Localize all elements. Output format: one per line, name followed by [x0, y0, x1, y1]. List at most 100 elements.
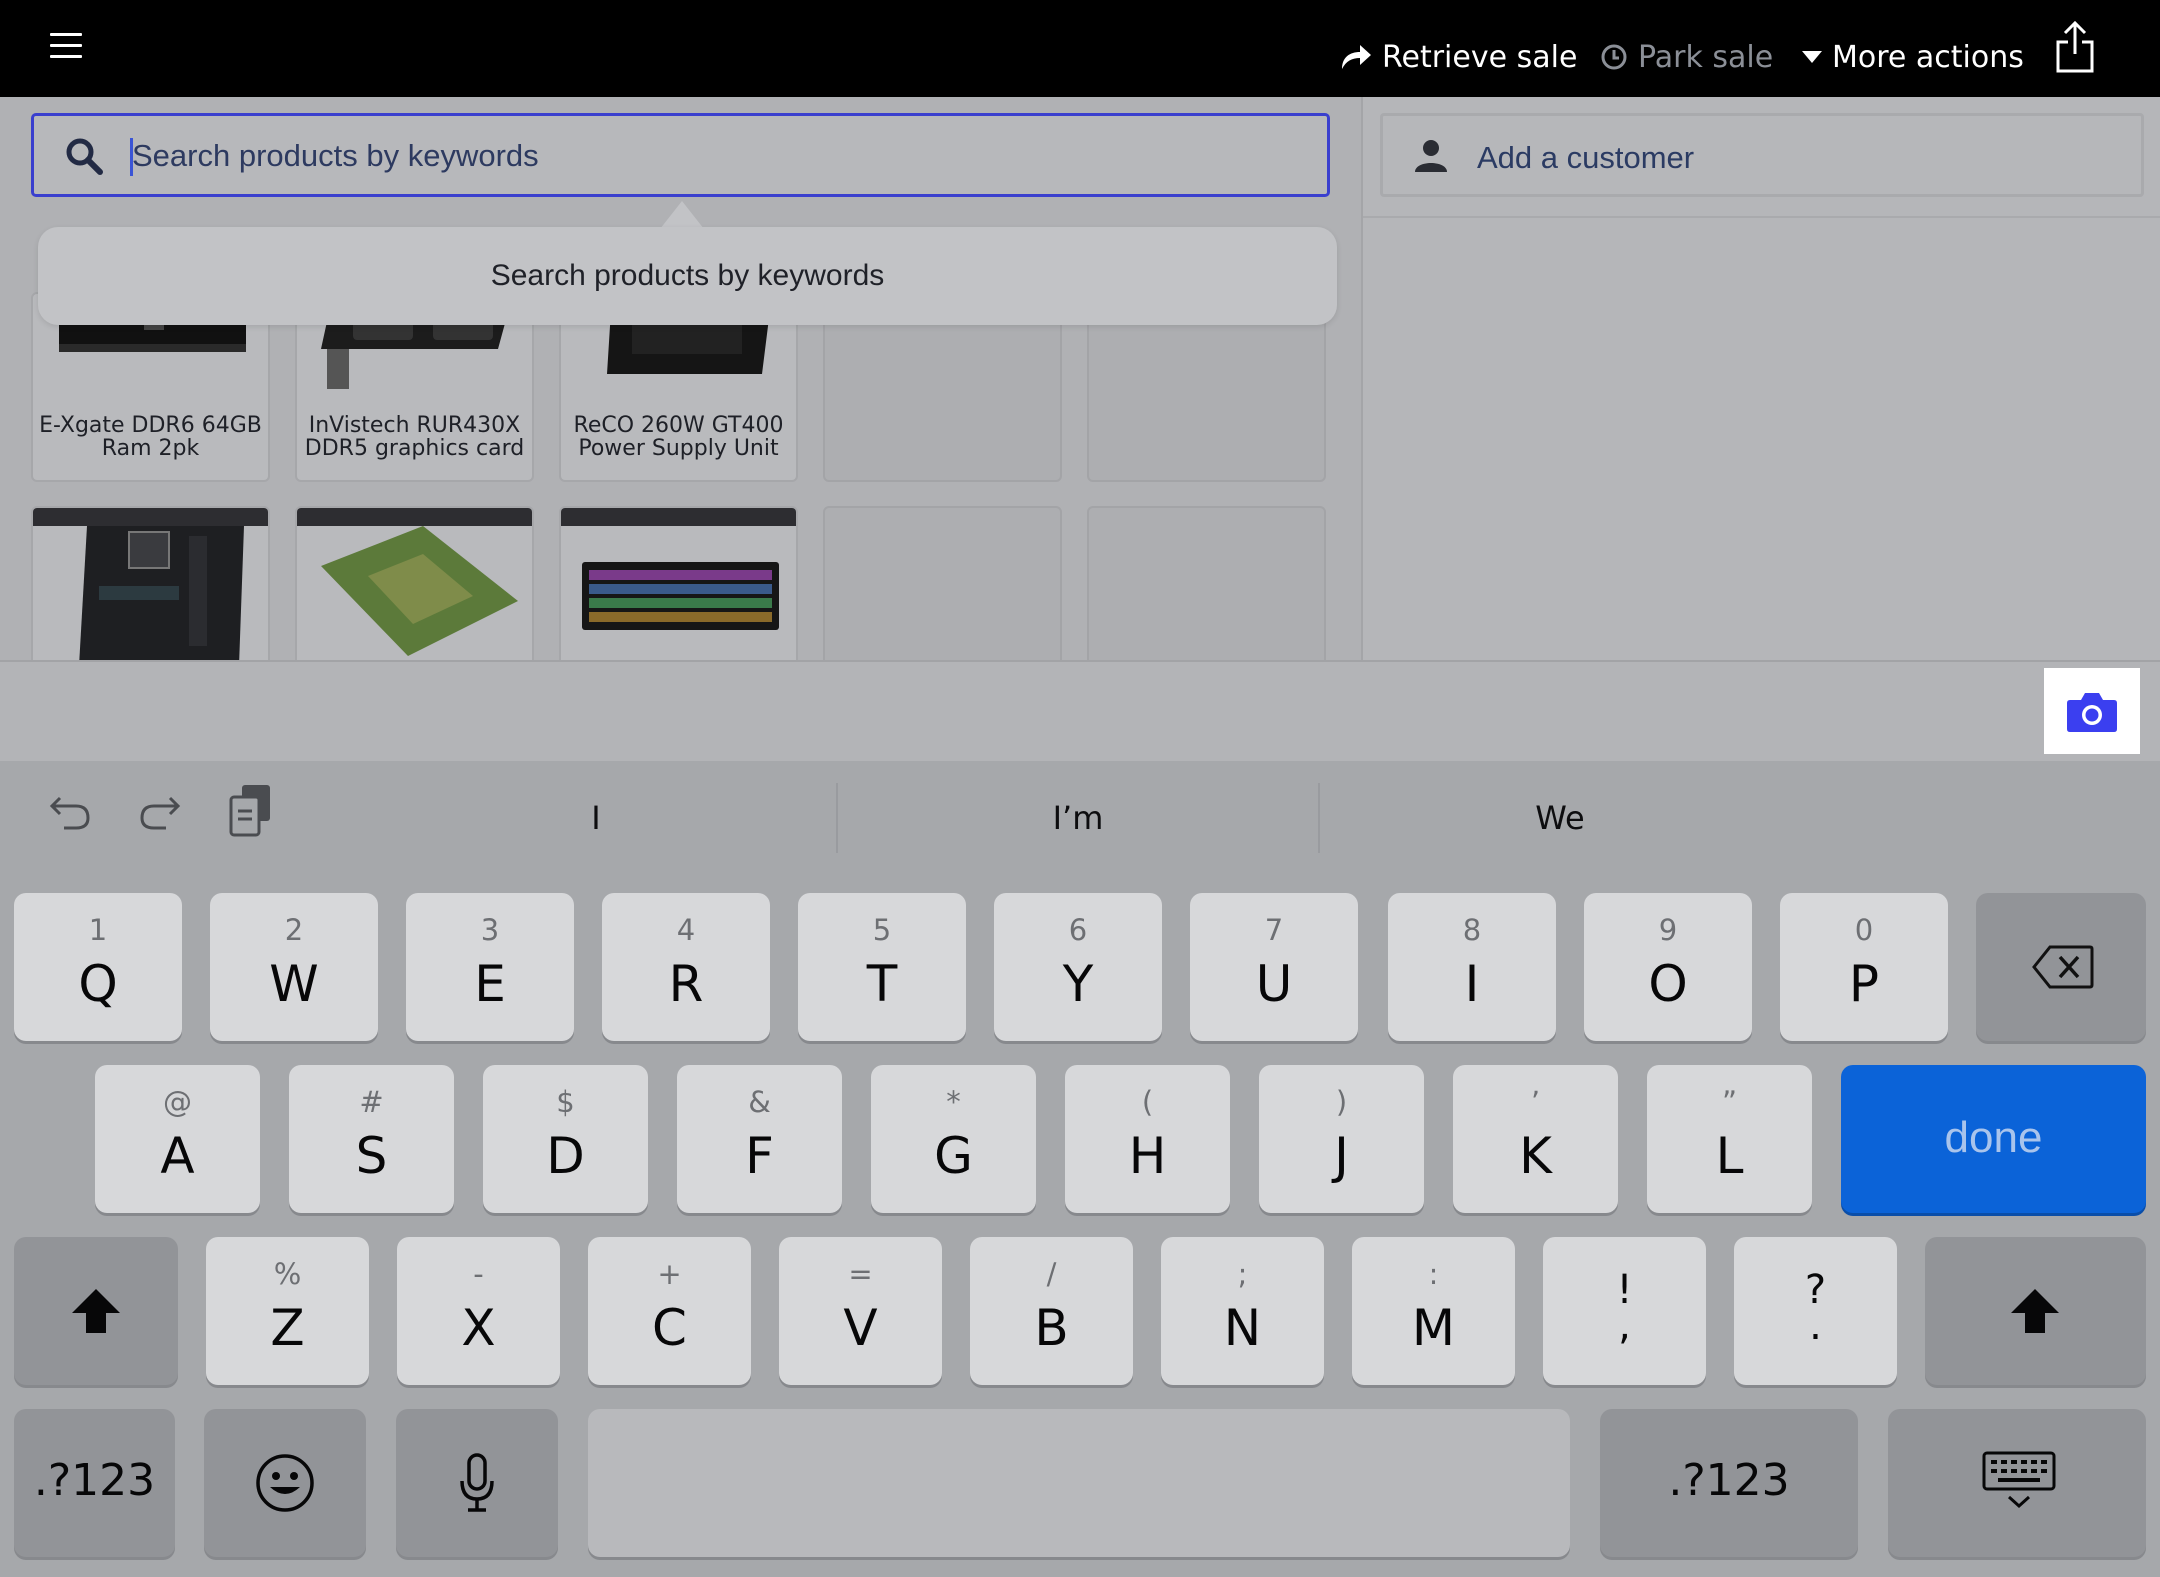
- backspace-icon: [2032, 945, 2094, 989]
- suggestion-2[interactable]: I’m: [838, 793, 1318, 843]
- key-dictation[interactable]: [396, 1409, 558, 1557]
- product-tile[interactable]: [559, 506, 798, 660]
- keyboard-image: [582, 562, 779, 630]
- numbers-key-label: .?123: [1668, 1455, 1790, 1506]
- park-sale-label: Park sale: [1638, 39, 1774, 75]
- key-r[interactable]: 4R: [602, 893, 770, 1041]
- key-h[interactable]: (H: [1065, 1065, 1230, 1213]
- key-secondary: -: [473, 1257, 484, 1291]
- key-secondary: *: [946, 1085, 961, 1119]
- key-secondary: 0: [1854, 913, 1874, 947]
- key-secondary: +: [657, 1257, 682, 1291]
- key-primary: U: [1255, 955, 1293, 1013]
- key-f[interactable]: & F: [677, 1065, 842, 1213]
- key-o[interactable]: 9O: [1584, 893, 1752, 1041]
- product-tile[interactable]: [295, 506, 534, 660]
- key-numbers-left[interactable]: .?123: [14, 1409, 175, 1557]
- shift-icon: [72, 1289, 120, 1333]
- keyboard-accessory-bar: [0, 660, 2160, 761]
- key-p[interactable]: 0P: [1780, 893, 1948, 1041]
- key-secondary: 2: [284, 913, 304, 947]
- key-x[interactable]: -X: [397, 1237, 560, 1385]
- tile-header: [561, 508, 796, 526]
- key-z[interactable]: % Z: [206, 1237, 369, 1385]
- key-primary: A: [160, 1127, 195, 1185]
- key-primary: L: [1715, 1127, 1744, 1185]
- redo-arrow-icon: [1342, 45, 1371, 69]
- key-y[interactable]: 6Y: [994, 893, 1162, 1041]
- share-icon[interactable]: [2055, 20, 2095, 74]
- key-question-period[interactable]: ? .: [1734, 1237, 1897, 1385]
- done-label: done: [1944, 1113, 2043, 1162]
- suggestion-1[interactable]: I: [356, 793, 836, 843]
- key-secondary: 9: [1658, 913, 1678, 947]
- key-primary: W: [269, 955, 319, 1013]
- tile-header: [297, 508, 532, 526]
- park-sale-button[interactable]: Park sale: [1600, 36, 1773, 78]
- key-g[interactable]: * G: [871, 1065, 1036, 1213]
- key-w[interactable]: 2W: [210, 893, 378, 1041]
- product-panel: E-Xgate DDR6 64GB Ram 2pk InVistech RUR4…: [0, 97, 1361, 660]
- retrieve-sale-button[interactable]: Retrieve sale: [1340, 36, 1577, 78]
- key-b[interactable]: / B: [970, 1237, 1133, 1385]
- key-backspace[interactable]: [1976, 893, 2146, 1041]
- key-i[interactable]: 8I: [1388, 893, 1556, 1041]
- key-a[interactable]: @ A: [95, 1065, 260, 1213]
- key-primary: X: [461, 1299, 496, 1357]
- key-q[interactable]: 1Q: [14, 893, 182, 1041]
- done-key[interactable]: done: [1841, 1065, 2146, 1213]
- empty-tile: [823, 506, 1062, 660]
- key-shift-right[interactable]: [1925, 1237, 2146, 1385]
- key-primary: M: [1411, 1299, 1456, 1357]
- menu-icon[interactable]: [50, 33, 82, 59]
- key-shift-left[interactable]: [14, 1237, 178, 1385]
- key-secondary: 4: [676, 913, 696, 947]
- key-dismiss-keyboard[interactable]: [1888, 1409, 2146, 1557]
- product-name: ReCO 260W GT400 Power Supply Unit: [573, 413, 784, 461]
- key-l[interactable]: ” L: [1647, 1065, 1812, 1213]
- search-input[interactable]: [132, 130, 1282, 182]
- key-m[interactable]: :M: [1352, 1237, 1515, 1385]
- key-secondary: ”: [1721, 1085, 1738, 1119]
- clipboard-icon[interactable]: [228, 783, 274, 839]
- key-v[interactable]: = V: [779, 1237, 942, 1385]
- key-j[interactable]: ) J: [1259, 1065, 1424, 1213]
- key-primary: Q: [78, 955, 118, 1013]
- undo-icon[interactable]: [48, 790, 92, 834]
- key-primary: H: [1128, 1127, 1167, 1185]
- on-screen-keyboard: I I’m We 1Q 2W 3E 4R 5T 6Y 7U 8I 9O 0P @…: [0, 761, 2160, 1577]
- key-u[interactable]: 7U: [1190, 893, 1358, 1041]
- person-icon: [1415, 140, 1447, 172]
- key-numbers-right[interactable]: .?123: [1600, 1409, 1858, 1557]
- key-t[interactable]: 5T: [798, 893, 966, 1041]
- key-c[interactable]: + C: [588, 1237, 751, 1385]
- add-customer-field[interactable]: Add a customer: [1380, 113, 2144, 197]
- search-box[interactable]: [31, 113, 1330, 197]
- key-secondary: 5: [872, 913, 892, 947]
- key-primary: R: [668, 955, 704, 1013]
- key-secondary: ;: [1237, 1257, 1248, 1291]
- key-primary: G: [934, 1127, 973, 1185]
- key-s[interactable]: # S: [289, 1065, 454, 1213]
- key-n[interactable]: ; N: [1161, 1237, 1324, 1385]
- more-actions-label: More actions: [1832, 39, 2024, 75]
- key-primary: B: [1034, 1299, 1069, 1357]
- key-secondary: %: [273, 1257, 302, 1291]
- key-emoji[interactable]: [204, 1409, 366, 1557]
- keyboard-dismiss-icon: [1982, 1451, 2056, 1509]
- suggestion-3[interactable]: We: [1320, 793, 1800, 843]
- key-primary: O: [1648, 955, 1688, 1013]
- key-d[interactable]: $ D: [483, 1065, 648, 1213]
- key-exclamation-comma[interactable]: ! ,: [1543, 1237, 1706, 1385]
- redo-icon[interactable]: [138, 790, 182, 834]
- key-primary: N: [1223, 1299, 1262, 1357]
- key-primary: E: [474, 955, 506, 1013]
- key-e[interactable]: 3E: [406, 893, 574, 1041]
- key-k[interactable]: ’ K: [1453, 1065, 1618, 1213]
- key-secondary: ’: [1530, 1085, 1541, 1119]
- sale-panel: Add a customer: [1361, 97, 2160, 660]
- camera-scan-button[interactable]: [2044, 668, 2140, 754]
- product-tile[interactable]: [31, 506, 270, 660]
- key-space[interactable]: [588, 1409, 1570, 1557]
- more-actions-button[interactable]: More actions: [1802, 36, 2024, 78]
